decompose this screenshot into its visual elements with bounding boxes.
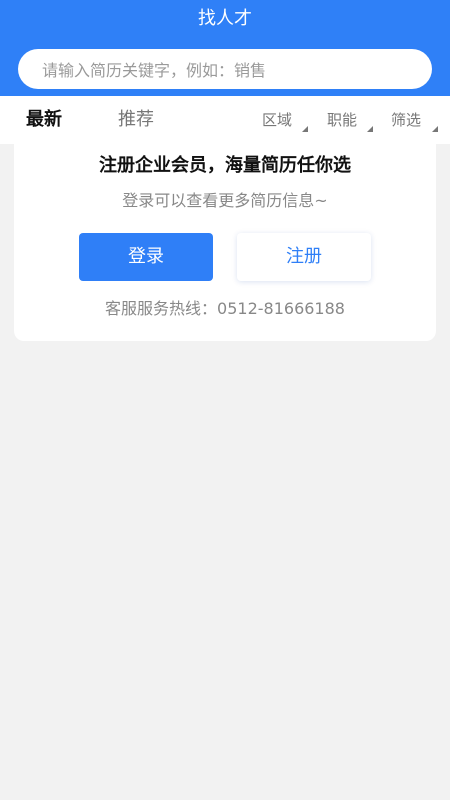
service-hotline: 客服服务热线：0512-81666188 bbox=[105, 299, 345, 318]
register-button[interactable]: 注册 bbox=[237, 233, 371, 281]
dropdown-triangle-icon bbox=[432, 126, 438, 132]
login-button[interactable]: 登录 bbox=[79, 233, 213, 281]
tab-latest[interactable]: 最新 bbox=[26, 96, 62, 144]
filter-screen[interactable]: 筛选 bbox=[391, 96, 421, 144]
search-placeholder: 请输入简历关键字，例如：销售 bbox=[42, 61, 267, 80]
dropdown-triangle-icon bbox=[367, 126, 373, 132]
filter-area[interactable]: 区域 bbox=[262, 96, 292, 144]
top-header: 找人才 请输入简历关键字，例如：销售 bbox=[0, 0, 450, 96]
filter-job-function[interactable]: 职能 bbox=[327, 96, 357, 144]
promo-title: 注册企业会员，海量简历任你选 bbox=[99, 155, 351, 176]
tab-recommend[interactable]: 推荐 bbox=[118, 96, 154, 144]
promo-subtitle: 登录可以查看更多简历信息~ bbox=[122, 191, 328, 210]
search-input[interactable]: 请输入简历关键字，例如：销售 bbox=[18, 49, 432, 89]
page-title: 找人才 bbox=[198, 8, 252, 29]
tab-bar: 最新 推荐 区域 职能 筛选 bbox=[0, 96, 450, 144]
member-promo-card: 注册企业会员，海量简历任你选 登录可以查看更多简历信息~ 登录 注册 客服服务热… bbox=[14, 144, 436, 341]
dropdown-triangle-icon bbox=[302, 126, 308, 132]
